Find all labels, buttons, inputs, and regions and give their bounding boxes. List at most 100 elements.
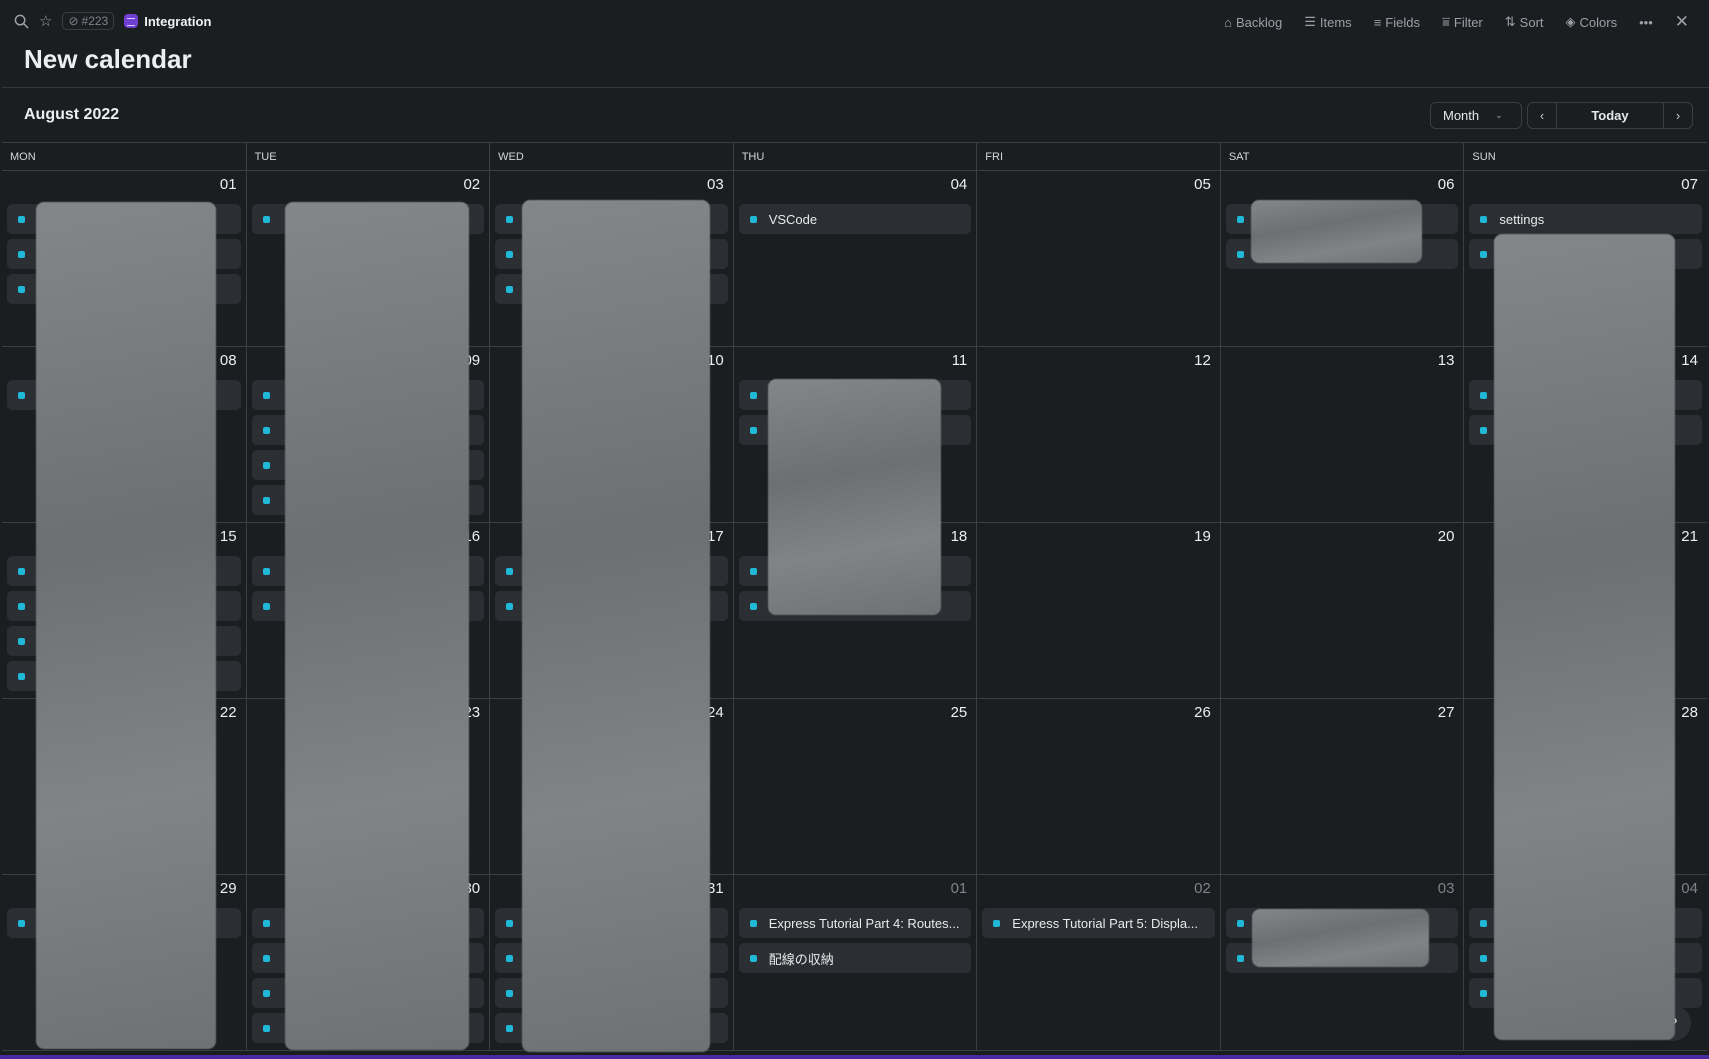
status-dot-icon xyxy=(262,567,270,575)
action-label: Backlog xyxy=(1235,14,1283,30)
status-dot-icon xyxy=(506,989,514,997)
status-dot-icon xyxy=(262,426,270,434)
previous-button[interactable]: ‹ xyxy=(1528,103,1556,128)
day-cell[interactable]: 27 xyxy=(1219,699,1464,875)
day-cell[interactable]: 20 xyxy=(1219,523,1464,699)
weekday-label: FRI xyxy=(976,143,1220,171)
status-dot-icon xyxy=(18,919,25,927)
status-dot-icon xyxy=(1480,215,1488,223)
action-items-button[interactable]: ☰ Items xyxy=(1304,14,1351,30)
status-dot-icon xyxy=(506,250,514,258)
weekday-label: MON xyxy=(10,151,36,163)
action-sort-button[interactable]: ⇅ Sort xyxy=(1505,14,1544,30)
filter-icon: ⩸ xyxy=(1441,14,1450,29)
date-navigation: ‹ Today › xyxy=(1527,102,1693,129)
day-number: 02 xyxy=(1194,880,1211,897)
status-dot-icon xyxy=(262,989,270,997)
status-dot-icon xyxy=(1480,919,1488,927)
paint-bucket-icon: ◈ xyxy=(1565,14,1576,29)
status-dot-icon xyxy=(18,215,25,223)
status-dot-icon xyxy=(262,1024,270,1032)
more-icon[interactable]: ••• xyxy=(1639,15,1653,30)
view-select[interactable]: Month ⌄ xyxy=(1430,102,1522,129)
next-button[interactable]: › xyxy=(1664,103,1692,128)
action-fields-button[interactable]: ≡ Fields xyxy=(1374,15,1420,30)
day-number: 01 xyxy=(219,176,237,193)
day-cell[interactable]: 02 Express Tutorial Part 5: Displa... xyxy=(976,875,1220,1051)
day-cell[interactable]: 12 xyxy=(976,347,1220,523)
status-dot-icon xyxy=(1236,919,1244,927)
event-item[interactable]: VSCode xyxy=(738,204,972,234)
status-dot-icon xyxy=(749,391,757,399)
status-dot-icon xyxy=(18,391,25,399)
action-label: Items xyxy=(1319,14,1352,30)
link-icon: ⊘ xyxy=(68,14,79,28)
redacted-region xyxy=(36,202,216,1049)
status-dot-icon xyxy=(1480,391,1488,399)
day-number: 12 xyxy=(1194,352,1211,369)
today-button[interactable]: Today xyxy=(1556,103,1664,128)
status-dot-icon xyxy=(1480,954,1488,962)
status-dot-icon xyxy=(749,215,757,223)
status-dot-icon xyxy=(506,567,514,575)
search-icon[interactable] xyxy=(14,14,29,29)
status-dot-icon xyxy=(18,250,25,258)
status-dot-icon xyxy=(1236,215,1244,223)
project-name: Integration xyxy=(144,13,212,29)
status-dot-icon xyxy=(1480,426,1488,434)
window-edge xyxy=(0,1055,1709,1059)
chevron-right-icon: › xyxy=(1675,108,1681,123)
redacted-region xyxy=(285,202,469,1050)
weekday-label: TUE xyxy=(245,143,490,171)
day-cell[interactable]: 04 VSCode xyxy=(732,171,977,347)
day-cell[interactable]: 13 xyxy=(1219,347,1464,523)
status-dot-icon xyxy=(1236,954,1244,962)
day-cell[interactable]: 05 xyxy=(976,171,1220,347)
redacted-region xyxy=(1251,200,1422,263)
fields-icon: ≡ xyxy=(1373,14,1382,30)
status-dot-icon xyxy=(262,496,270,504)
status-dot-icon xyxy=(18,567,25,575)
status-dot-icon xyxy=(262,215,270,223)
sort-icon: ⇅ xyxy=(1504,14,1516,29)
day-number: 26 xyxy=(1194,704,1211,721)
item-reference[interactable]: ⊘ #223 xyxy=(62,12,115,30)
redacted-region xyxy=(1252,909,1429,967)
action-filter-button[interactable]: ⩸ Filter xyxy=(1442,14,1483,30)
chevron-left-icon: ‹ xyxy=(1539,108,1545,123)
day-number: 04 xyxy=(950,176,968,193)
star-icon[interactable]: ☆ xyxy=(39,12,52,30)
event-item[interactable]: Express Tutorial Part 4: Routes... xyxy=(738,908,972,938)
action-colors-button[interactable]: ◈ Colors xyxy=(1566,14,1618,30)
inbox-icon: ⌂ xyxy=(1224,14,1232,30)
action-label: Filter xyxy=(1453,14,1483,30)
event-title: Express Tutorial Part 5: Displa... xyxy=(1012,915,1198,931)
day-cell[interactable]: 01 Express Tutorial Part 4: Routes... 配線の収… xyxy=(732,875,977,1051)
view-value: Month xyxy=(1443,108,1480,123)
action-backlog-button[interactable]: ⌂ Backlog xyxy=(1224,15,1282,30)
day-cell[interactable]: 25 xyxy=(732,699,977,875)
redacted-region xyxy=(522,200,710,1052)
event-item[interactable]: 配線の収納 xyxy=(738,943,972,973)
event-title: Express Tutorial Part 4: Routes... xyxy=(768,915,960,931)
action-label: Fields xyxy=(1385,14,1420,30)
project-link[interactable]: Integration xyxy=(124,14,211,29)
event-item[interactable]: Express Tutorial Part 5: Displa... xyxy=(982,908,1215,938)
project-icon xyxy=(124,14,139,28)
weekday-header: MON TUE WED THU FRI SAT SUN xyxy=(2,143,1707,171)
status-dot-icon xyxy=(749,919,757,927)
event-title: 配線の収納 xyxy=(768,951,834,967)
day-cell[interactable]: 19 xyxy=(976,523,1220,699)
status-dot-icon xyxy=(506,285,514,293)
day-number: 02 xyxy=(463,176,481,193)
action-label: Colors xyxy=(1579,14,1618,30)
event-item[interactable]: settings xyxy=(1469,204,1702,234)
day-number: 19 xyxy=(1194,528,1211,545)
status-dot-icon xyxy=(749,602,757,610)
status-dot-icon xyxy=(506,919,514,927)
close-icon[interactable]: ✕ xyxy=(1675,12,1689,32)
day-cell[interactable]: 26 xyxy=(976,699,1220,875)
status-dot-icon xyxy=(18,672,25,680)
status-dot-icon xyxy=(749,567,757,575)
weekday-label: WED xyxy=(489,143,733,171)
